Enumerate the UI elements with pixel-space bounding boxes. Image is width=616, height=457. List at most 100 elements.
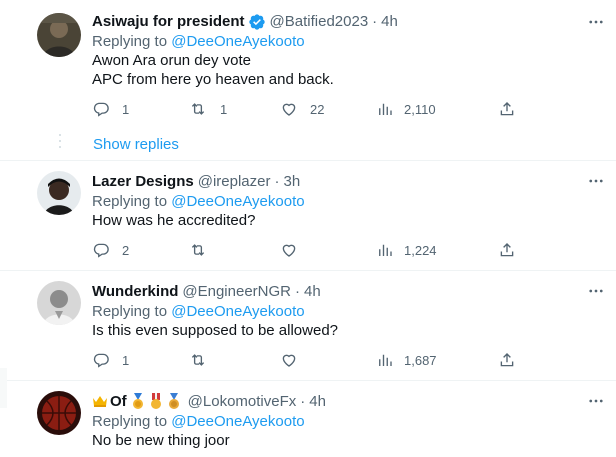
avatar[interactable]: [37, 13, 81, 57]
views-count: 2,110: [404, 101, 436, 117]
retweet-count: 1: [220, 101, 228, 117]
share-upload-icon: [500, 243, 514, 257]
reply-button[interactable]: 1: [92, 350, 129, 370]
views-count: 1,687: [404, 352, 437, 368]
replying-to-line: Replying to @DeeOneAyekooto: [92, 412, 576, 431]
like-button[interactable]: [280, 240, 298, 260]
heart-icon: [282, 103, 296, 116]
divider: [0, 380, 616, 381]
reply-bubble-icon: [93, 353, 109, 368]
views-button[interactable]: 1,224: [376, 240, 437, 260]
reply-count: 2: [122, 242, 130, 258]
share-upload-icon: [500, 353, 514, 367]
avatar[interactable]: [37, 391, 81, 435]
retweet-button[interactable]: 1: [188, 99, 227, 119]
tweet-header: Lazer Designs @ireplazer · 3h: [92, 172, 576, 191]
retweet-button[interactable]: [188, 240, 208, 260]
replying-to-line: Replying to @DeeOneAyekooto: [92, 302, 576, 321]
display-name[interactable]: Asiwaju for president: [92, 12, 245, 31]
military-medal-emoji: [148, 392, 164, 411]
mention-link[interactable]: @DeeOneAyekooto: [171, 413, 304, 430]
reply-bubble-icon: [93, 243, 109, 258]
reply-button[interactable]: 1: [92, 99, 129, 119]
user-handle[interactable]: @Batified2023: [270, 12, 369, 31]
share-button[interactable]: [498, 99, 516, 119]
like-count: 22: [310, 101, 325, 117]
show-replies-link[interactable]: Show replies: [93, 135, 179, 154]
mention-link[interactable]: @DeeOneAyekooto: [171, 303, 304, 320]
heart-icon: [282, 244, 296, 257]
replying-to-line: Replying to @DeeOneAyekooto: [92, 192, 576, 211]
retweet-button[interactable]: [188, 350, 208, 370]
display-name[interactable]: Wunderkind: [92, 282, 178, 301]
tweet-text-line: Awon Ara orun dey vote: [92, 52, 251, 69]
scroll-edge: [0, 368, 7, 408]
replying-to-label: Replying to: [92, 193, 168, 210]
tweet-actions: 2 1,224: [92, 240, 532, 260]
more-horizontal-icon[interactable]: [586, 281, 606, 301]
display-name[interactable]: Lazer Designs: [92, 172, 194, 191]
divider: [0, 160, 616, 161]
timestamp[interactable]: 4h: [381, 12, 398, 31]
mention-link[interactable]: @DeeOneAyekooto: [171, 193, 304, 210]
display-name[interactable]: Of: [110, 392, 127, 411]
timestamp[interactable]: 4h: [304, 282, 321, 301]
mention-link[interactable]: @DeeOneAyekooto: [171, 33, 304, 50]
retweet-icon: [191, 103, 205, 115]
first-place-medal-emoji: [130, 392, 146, 411]
heart-icon: [282, 354, 296, 367]
reply-bubble-icon: [93, 102, 109, 117]
share-button[interactable]: [498, 240, 516, 260]
views-bar-chart-icon: [379, 103, 392, 115]
share-button[interactable]: [498, 350, 516, 370]
tweet-content: Asiwaju for president @Batified2023 · 4h…: [92, 12, 576, 89]
tweet-text-line: Is this even supposed to be allowed?: [92, 322, 338, 339]
tweet-content: Lazer Designs @ireplazer · 3h Replying t…: [92, 172, 576, 230]
tweet-text-line: APC from here yo heaven and back.: [92, 71, 334, 88]
separator-dot: ·: [372, 13, 378, 30]
tweet-content: Wunderkind @EngineerNGR · 4h Replying to…: [92, 282, 576, 340]
views-count: 1,224: [404, 242, 437, 258]
tweet-header: Of @LokomotiveFx · 4h: [92, 392, 576, 411]
reply-count: 1: [122, 101, 130, 117]
crown-emoji: [92, 393, 108, 411]
like-button[interactable]: 22: [280, 99, 324, 119]
verified-badge-icon: [248, 13, 266, 31]
like-button[interactable]: [280, 350, 298, 370]
more-horizontal-icon[interactable]: [586, 391, 606, 411]
views-bar-chart-icon: [379, 354, 392, 366]
views-button[interactable]: 1,687: [376, 350, 437, 370]
tweet-actions: 1 1 22 2,110: [92, 99, 532, 119]
user-handle[interactable]: @ireplazer: [198, 172, 271, 191]
tweet-actions: 1 1,687: [92, 350, 532, 370]
replying-to-label: Replying to: [92, 33, 168, 50]
timestamp[interactable]: 3h: [283, 172, 300, 191]
tweet-text-line: How was he accredited?: [92, 212, 256, 229]
avatar[interactable]: [37, 281, 81, 325]
retweet-icon: [191, 354, 205, 366]
timestamp[interactable]: 4h: [309, 392, 326, 411]
tweet-content: Of @LokomotiveFx · 4h Replying to @DeeOn…: [92, 392, 576, 450]
share-upload-icon: [500, 102, 514, 116]
sports-medal-emoji: [166, 392, 182, 411]
user-handle[interactable]: @LokomotiveFx: [188, 392, 297, 411]
tweet-header: Asiwaju for president @Batified2023 · 4h: [92, 12, 576, 31]
replying-to-line: Replying to @DeeOneAyekooto: [92, 32, 576, 51]
replying-to-label: Replying to: [92, 413, 168, 430]
more-horizontal-icon[interactable]: [586, 12, 606, 32]
more-horizontal-icon[interactable]: [586, 171, 606, 191]
replying-to-label: Replying to: [92, 303, 168, 320]
tweet-text-line: No be new thing joor: [92, 432, 230, 449]
avatar[interactable]: [37, 171, 81, 215]
views-bar-chart-icon: [379, 244, 392, 256]
divider: [0, 270, 616, 271]
retweet-icon: [191, 244, 205, 256]
thread-connector: [58, 134, 61, 152]
separator-dot: ·: [300, 393, 306, 410]
user-handle[interactable]: @EngineerNGR: [182, 282, 291, 301]
separator-dot: ·: [274, 173, 280, 190]
replies-feed: Asiwaju for president @Batified2023 · 4h…: [0, 0, 616, 457]
reply-button[interactable]: 2: [92, 240, 129, 260]
separator-dot: ·: [295, 283, 300, 300]
views-button[interactable]: 2,110: [376, 99, 436, 119]
